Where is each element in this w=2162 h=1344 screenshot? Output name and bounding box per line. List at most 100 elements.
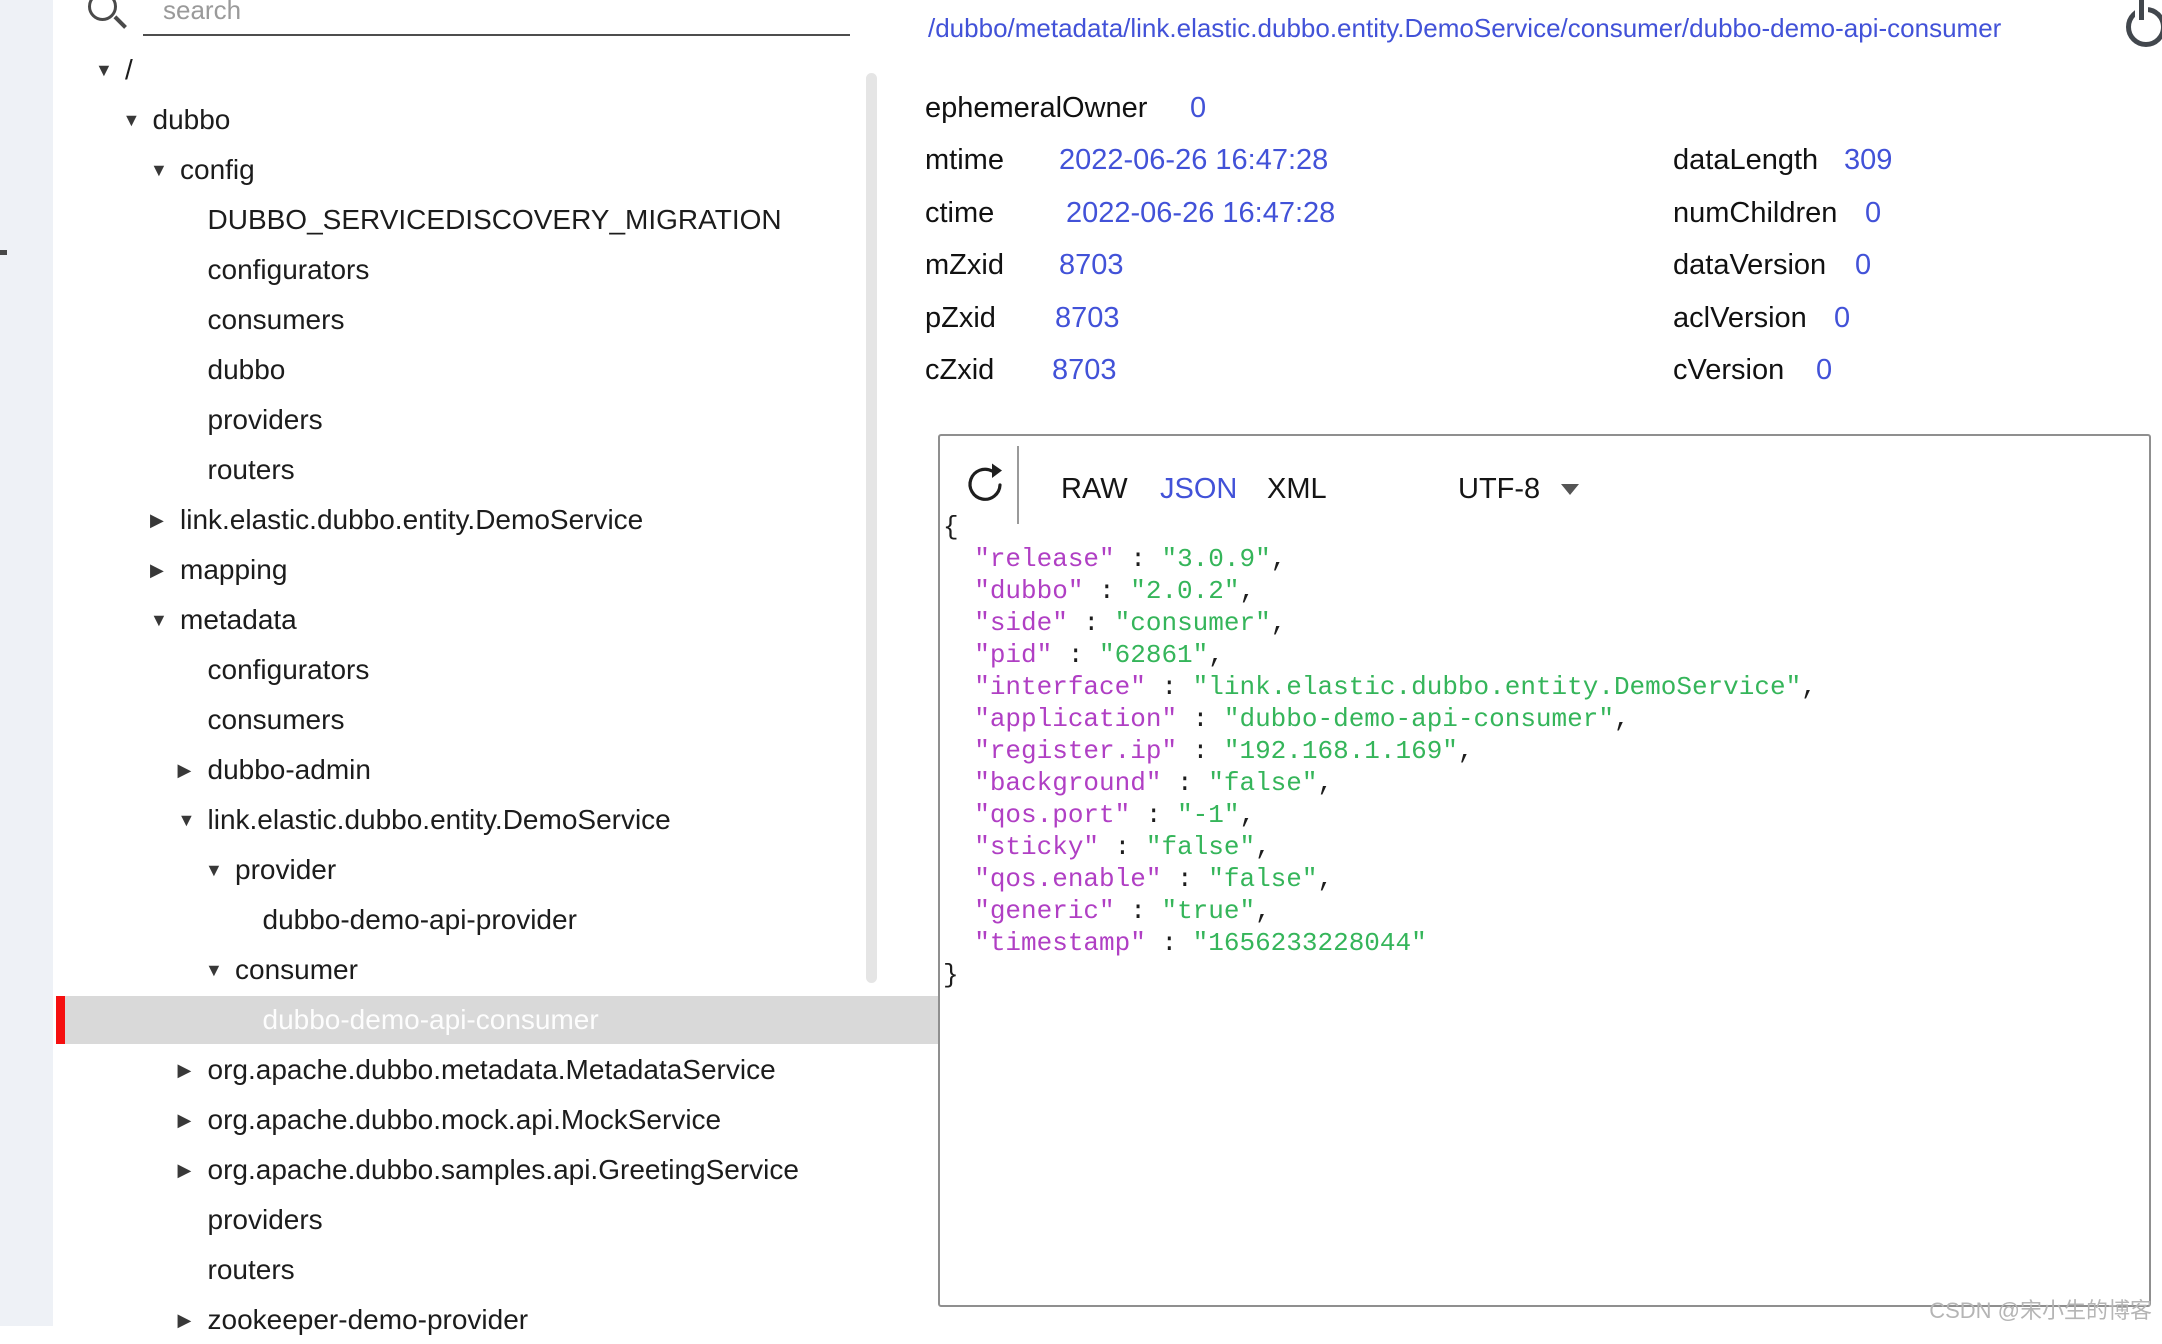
stat-value: 309 bbox=[1844, 136, 1892, 184]
tree-node-label: dubbo-demo-api-consumer bbox=[263, 1004, 599, 1036]
tab-xml[interactable]: XML bbox=[1267, 465, 1327, 513]
chevron-collapsed-icon[interactable]: ▶ bbox=[178, 1060, 208, 1081]
json-content[interactable]: { "release" : "3.0.9", "dubbo" : "2.0.2"… bbox=[943, 511, 1817, 991]
refresh-button[interactable] bbox=[962, 462, 1008, 508]
tree-scrollbar[interactable] bbox=[866, 73, 877, 983]
tree-node-org-apache-dubbo-metadata-metadataservice[interactable]: ▶org.apache.dubbo.metadata.MetadataServi… bbox=[56, 1046, 987, 1094]
tree-node-consumers[interactable]: consumers bbox=[56, 696, 987, 744]
chevron-expanded-icon[interactable]: ▼ bbox=[205, 860, 235, 881]
json-punct: : bbox=[1177, 704, 1224, 734]
json-key: "generic" bbox=[974, 896, 1114, 926]
json-punct: : bbox=[1146, 672, 1193, 702]
tree-node-mapping[interactable]: ▶mapping bbox=[56, 546, 959, 594]
tab-json[interactable]: JSON bbox=[1160, 465, 1237, 513]
csdn-watermark: CSDN @宋小生的博客 bbox=[1929, 1293, 2152, 1325]
chevron-collapsed-icon[interactable]: ▶ bbox=[178, 760, 208, 781]
chevron-expanded-icon[interactable]: ▼ bbox=[150, 610, 180, 631]
tree-node-config[interactable]: ▼config bbox=[56, 146, 959, 194]
json-line: "pid" : "62861", bbox=[943, 639, 1817, 671]
json-line: "timestamp" : "1656233228044" bbox=[943, 927, 1817, 959]
json-punct: , bbox=[1271, 608, 1287, 638]
splitter-handle[interactable] bbox=[0, 250, 7, 255]
tree-node-label: org.apache.dubbo.mock.api.MockService bbox=[208, 1104, 722, 1136]
stat-label: mtime bbox=[925, 144, 1004, 176]
tree-node-label: zookeeper-demo-provider bbox=[208, 1304, 529, 1336]
json-punct bbox=[943, 768, 974, 798]
stat-row-aclVersion: aclVersion0 bbox=[1673, 294, 1807, 342]
json-string: "192.168.1.169" bbox=[1224, 736, 1458, 766]
tree-node-dubbo-demo-api-provider[interactable]: dubbo-demo-api-provider bbox=[56, 896, 1042, 944]
tree-node-consumers[interactable]: consumers bbox=[56, 296, 987, 344]
stat-row-dataVersion: dataVersion0 bbox=[1673, 241, 1826, 289]
json-punct: : bbox=[1161, 864, 1208, 894]
tree-node-dubbo[interactable]: ▼dubbo bbox=[56, 96, 932, 144]
tree-node-link-elastic-dubbo-entity-demoservice[interactable]: ▼link.elastic.dubbo.entity.DemoService bbox=[56, 796, 987, 844]
json-punct: , bbox=[1255, 896, 1271, 926]
chevron-expanded-icon[interactable]: ▼ bbox=[150, 160, 180, 181]
chevron-expanded-icon[interactable]: ▼ bbox=[178, 810, 208, 831]
tree-node-routers[interactable]: routers bbox=[56, 446, 987, 494]
json-punct bbox=[943, 672, 974, 702]
stat-row-cZxid: cZxid8703 bbox=[925, 346, 994, 394]
chevron-expanded-icon[interactable]: ▼ bbox=[205, 960, 235, 981]
json-punct bbox=[943, 736, 974, 766]
json-punct bbox=[943, 864, 974, 894]
tree-node-providers[interactable]: providers bbox=[56, 396, 987, 444]
tree-node-configurators[interactable]: configurators bbox=[56, 246, 987, 294]
stat-value: 0 bbox=[1865, 189, 1881, 237]
tree-node-org-apache-dubbo-samples-api-greetingservice[interactable]: ▶org.apache.dubbo.samples.api.GreetingSe… bbox=[56, 1146, 987, 1194]
tree-node-label: routers bbox=[208, 454, 295, 486]
json-punct: : bbox=[1052, 640, 1099, 670]
json-key: "sticky" bbox=[974, 832, 1099, 862]
stat-value: 8703 bbox=[1055, 294, 1120, 342]
json-punct: : bbox=[1115, 544, 1162, 574]
json-string: "1656233228044" bbox=[1193, 928, 1427, 958]
json-punct: , bbox=[1614, 704, 1630, 734]
zk-node-tree[interactable]: ▼/▼dubbo▼configDUBBO_SERVICEDISCOVERY_MI… bbox=[56, 0, 865, 1326]
tree-node-label: routers bbox=[208, 1254, 295, 1286]
stat-row-ephemeralOwner: ephemeralOwner0 bbox=[925, 84, 1147, 132]
tree-node-label: dubbo-demo-api-provider bbox=[263, 904, 577, 936]
stat-row-cVersion: cVersion0 bbox=[1673, 346, 1784, 394]
stat-label: ephemeralOwner bbox=[925, 92, 1147, 124]
tree-node-routers[interactable]: routers bbox=[56, 1246, 987, 1294]
tree-node-dubbo-demo-api-consumer[interactable]: dubbo-demo-api-consumer bbox=[56, 996, 1042, 1044]
tree-node-label: link.elastic.dubbo.entity.DemoService bbox=[208, 804, 671, 836]
json-punct: , bbox=[1239, 576, 1255, 606]
chevron-collapsed-icon[interactable]: ▶ bbox=[150, 510, 180, 531]
encoding-select[interactable]: UTF-8 bbox=[1458, 465, 1540, 513]
json-punct bbox=[943, 544, 974, 574]
disconnect-power-icon-bar[interactable] bbox=[2135, 0, 2148, 20]
json-line: "interface" : "link.elastic.dubbo.entity… bbox=[943, 671, 1817, 703]
chevron-down-icon[interactable] bbox=[1561, 484, 1579, 495]
chevron-expanded-icon[interactable]: ▼ bbox=[95, 60, 125, 81]
stat-label: cVersion bbox=[1673, 354, 1784, 386]
tree-node-zookeeper-demo-provider[interactable]: ▶zookeeper-demo-provider bbox=[56, 1296, 987, 1344]
tree-node-metadata[interactable]: ▼metadata bbox=[56, 596, 959, 644]
chevron-collapsed-icon[interactable]: ▶ bbox=[178, 1160, 208, 1181]
tree-node-label: mapping bbox=[180, 554, 287, 586]
json-punct: } bbox=[943, 960, 959, 990]
tree-node-configurators[interactable]: configurators bbox=[56, 646, 987, 694]
tree-node-org-apache-dubbo-mock-api-mockservice[interactable]: ▶org.apache.dubbo.mock.api.MockService bbox=[56, 1096, 987, 1144]
tree-node-dubbo-admin[interactable]: ▶dubbo-admin bbox=[56, 746, 987, 794]
tree-node-dubbo[interactable]: dubbo bbox=[56, 346, 987, 394]
json-punct bbox=[943, 704, 974, 734]
stat-value: 2022-06-26 16:47:28 bbox=[1066, 189, 1335, 237]
tree-node-root[interactable]: ▼/ bbox=[56, 46, 904, 94]
stat-value: 0 bbox=[1190, 84, 1206, 132]
stat-label: pZxid bbox=[925, 302, 996, 334]
stat-label: aclVersion bbox=[1673, 302, 1807, 334]
chevron-expanded-icon[interactable]: ▼ bbox=[123, 110, 153, 131]
json-punct: : bbox=[1177, 736, 1224, 766]
tree-node-dubbo-servicediscovery-migration[interactable]: DUBBO_SERVICEDISCOVERY_MIGRATION bbox=[56, 196, 987, 244]
json-key: "dubbo" bbox=[974, 576, 1083, 606]
tree-node-providers[interactable]: providers bbox=[56, 1196, 987, 1244]
tree-node-link-elastic-dubbo-entity-demoservice[interactable]: ▶link.elastic.dubbo.entity.DemoService bbox=[56, 496, 959, 544]
json-string: "false" bbox=[1208, 864, 1317, 894]
tree-node-label: configurators bbox=[208, 254, 370, 286]
chevron-collapsed-icon[interactable]: ▶ bbox=[150, 560, 180, 581]
chevron-collapsed-icon[interactable]: ▶ bbox=[178, 1310, 208, 1331]
tab-raw[interactable]: RAW bbox=[1061, 465, 1128, 513]
chevron-collapsed-icon[interactable]: ▶ bbox=[178, 1110, 208, 1131]
